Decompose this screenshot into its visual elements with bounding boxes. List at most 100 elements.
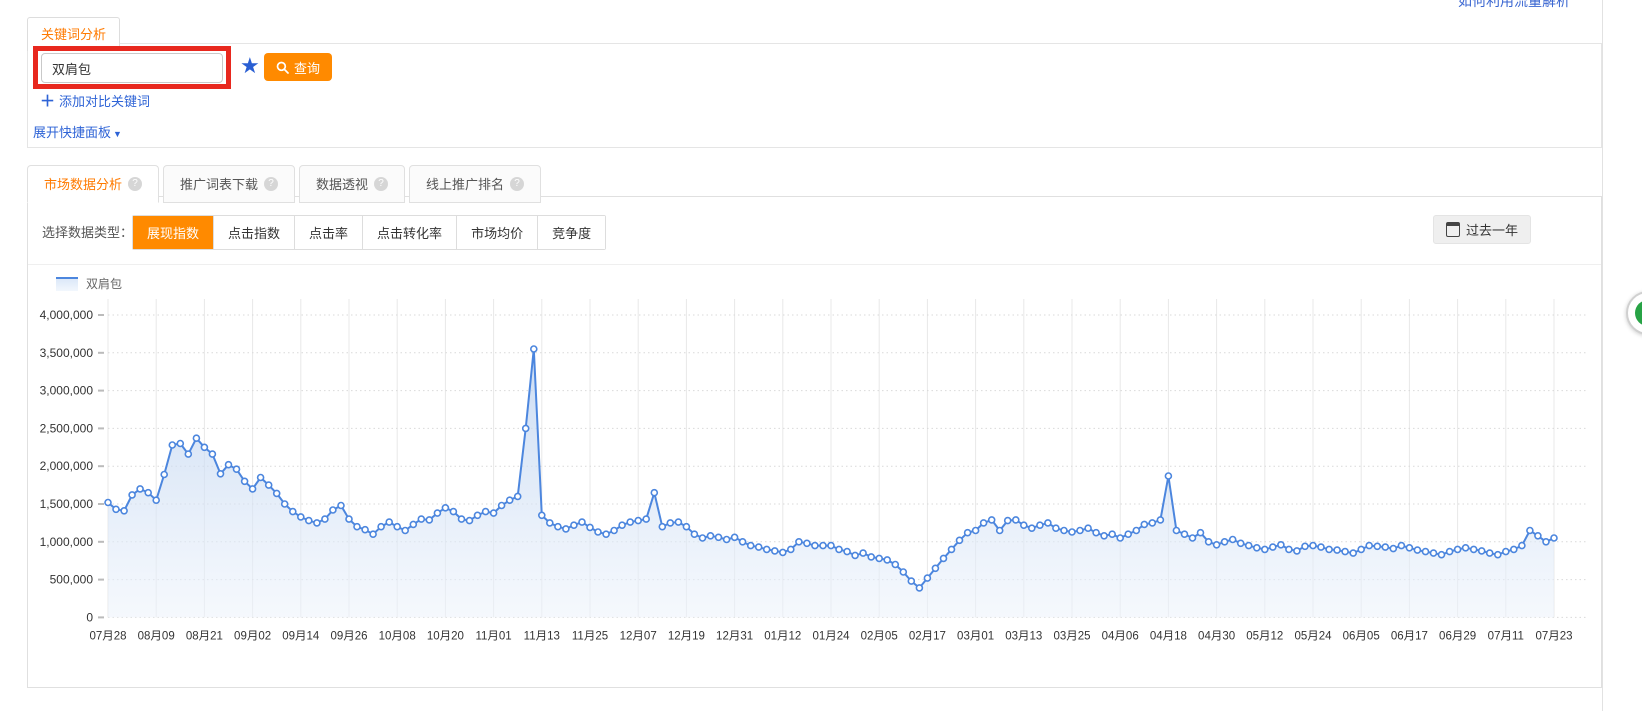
data-point-marker[interactable] <box>667 520 673 526</box>
data-point-marker[interactable] <box>1013 517 1019 523</box>
tab-data-pivot[interactable]: 数据透视? <box>299 165 405 203</box>
data-point-marker[interactable] <box>298 514 304 520</box>
data-point-marker[interactable] <box>1350 550 1356 556</box>
data-point-marker[interactable] <box>1286 546 1292 552</box>
data-point-marker[interactable] <box>1045 520 1051 526</box>
data-point-marker[interactable] <box>603 531 609 537</box>
data-point-marker[interactable] <box>555 524 561 530</box>
data-point-marker[interactable] <box>587 524 593 530</box>
data-point-marker[interactable] <box>1173 528 1179 534</box>
trend-chart[interactable]: 4,000,0003,500,0003,000,0002,500,0002,00… <box>30 289 1600 684</box>
data-point-marker[interactable] <box>169 442 175 448</box>
data-point-marker[interactable] <box>804 540 810 546</box>
add-compare-keyword-link[interactable]: ＋添加对比关键词 <box>40 90 150 111</box>
data-point-marker[interactable] <box>1431 550 1437 556</box>
data-point-marker[interactable] <box>105 500 111 506</box>
data-point-marker[interactable] <box>579 519 585 525</box>
data-point-marker[interactable] <box>1366 543 1372 549</box>
data-point-marker[interactable] <box>1093 530 1099 536</box>
data-point-marker[interactable] <box>330 507 336 513</box>
data-point-marker[interactable] <box>402 528 408 534</box>
data-type-impression-index[interactable]: 展现指数 <box>133 216 213 249</box>
data-point-marker[interactable] <box>1109 531 1115 537</box>
data-point-marker[interactable] <box>1390 546 1396 552</box>
data-point-marker[interactable] <box>1165 473 1171 479</box>
data-point-marker[interactable] <box>675 519 681 525</box>
data-point-marker[interactable] <box>121 508 127 514</box>
data-point-marker[interactable] <box>796 539 802 545</box>
data-point-marker[interactable] <box>916 585 922 591</box>
data-point-marker[interactable] <box>1214 542 1220 548</box>
data-point-marker[interactable] <box>1479 548 1485 554</box>
data-point-marker[interactable] <box>700 535 706 541</box>
data-point-marker[interactable] <box>507 497 513 503</box>
data-point-marker[interactable] <box>475 512 481 518</box>
data-point-marker[interactable] <box>748 543 754 549</box>
data-point-marker[interactable] <box>386 519 392 525</box>
data-point-marker[interactable] <box>683 524 689 530</box>
data-point-marker[interactable] <box>1310 543 1316 549</box>
data-point-marker[interactable] <box>515 493 521 499</box>
data-point-marker[interactable] <box>1503 549 1509 555</box>
data-point-marker[interactable] <box>1117 535 1123 541</box>
data-point-marker[interactable] <box>860 550 866 556</box>
data-point-marker[interactable] <box>226 462 232 468</box>
data-point-marker[interactable] <box>450 509 456 515</box>
data-point-marker[interactable] <box>924 575 930 581</box>
data-point-marker[interactable] <box>724 537 730 543</box>
data-point-marker[interactable] <box>619 522 625 528</box>
data-point-marker[interactable] <box>997 528 1003 534</box>
data-point-marker[interactable] <box>868 554 874 560</box>
data-point-marker[interactable] <box>989 517 995 523</box>
data-point-marker[interactable] <box>1085 525 1091 531</box>
data-point-marker[interactable] <box>346 516 352 522</box>
data-point-marker[interactable] <box>378 524 384 530</box>
data-point-marker[interactable] <box>1455 546 1461 552</box>
data-point-marker[interactable] <box>282 501 288 507</box>
data-point-marker[interactable] <box>1238 540 1244 546</box>
data-point-marker[interactable] <box>1358 546 1364 552</box>
data-point-marker[interactable] <box>539 512 545 518</box>
data-point-marker[interactable] <box>193 435 199 441</box>
data-point-marker[interactable] <box>209 451 215 457</box>
data-point-marker[interactable] <box>1511 546 1517 552</box>
help-icon[interactable]: ? <box>374 177 388 191</box>
data-point-marker[interactable] <box>1342 549 1348 555</box>
data-point-marker[interactable] <box>1551 535 1557 541</box>
data-point-marker[interactable] <box>812 543 818 549</box>
data-point-marker[interactable] <box>1278 542 1284 548</box>
data-point-marker[interactable] <box>1029 525 1035 531</box>
help-icon[interactable]: ? <box>128 177 142 191</box>
data-point-marker[interactable] <box>1198 530 1204 536</box>
data-point-marker[interactable] <box>177 441 183 447</box>
how-to-use-traffic-analysis-link[interactable]: 如何利用流量解析 <box>1458 0 1570 11</box>
data-point-marker[interactable] <box>1270 544 1276 550</box>
data-point-marker[interactable] <box>322 516 328 522</box>
tab-promo-wordlist-download[interactable]: 推广词表下载? <box>163 165 295 203</box>
data-point-marker[interactable] <box>290 509 296 515</box>
data-point-marker[interactable] <box>716 534 722 540</box>
help-icon[interactable]: ? <box>510 177 524 191</box>
expand-quick-panel-link[interactable]: 展开快捷面板▼ <box>33 122 122 141</box>
data-point-marker[interactable] <box>1262 546 1268 552</box>
data-point-marker[interactable] <box>1527 528 1533 534</box>
data-point-marker[interactable] <box>635 518 641 524</box>
data-point-marker[interactable] <box>1414 547 1420 553</box>
data-point-marker[interactable] <box>1254 545 1260 551</box>
data-point-marker[interactable] <box>547 520 553 526</box>
keyword-input[interactable] <box>41 53 223 83</box>
data-point-marker[interactable] <box>362 527 368 533</box>
data-point-marker[interactable] <box>1061 528 1067 534</box>
data-point-marker[interactable] <box>1439 552 1445 558</box>
data-point-marker[interactable] <box>764 546 770 552</box>
data-point-marker[interactable] <box>153 497 159 503</box>
data-point-marker[interactable] <box>1294 548 1300 554</box>
data-point-marker[interactable] <box>708 533 714 539</box>
data-point-marker[interactable] <box>571 522 577 528</box>
data-point-marker[interactable] <box>234 466 240 472</box>
data-point-marker[interactable] <box>627 519 633 525</box>
data-point-marker[interactable] <box>1495 552 1501 558</box>
data-type-market-avg-price[interactable]: 市场均价 <box>456 216 537 249</box>
data-point-marker[interactable] <box>1021 522 1027 528</box>
data-point-marker[interactable] <box>1101 533 1107 539</box>
